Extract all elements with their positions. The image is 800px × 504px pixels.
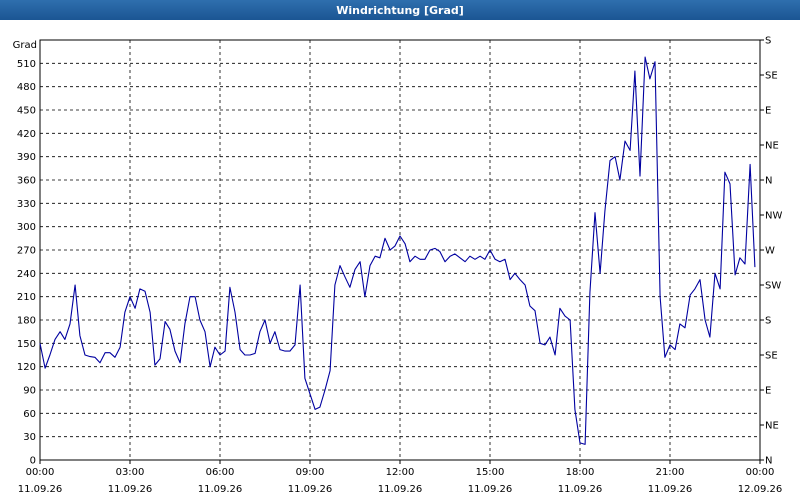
right-axis-label: E [765, 386, 771, 397]
right-axis-label: NE [765, 421, 779, 432]
right-axis-label: W [765, 246, 775, 257]
x-tick-date: 11.09.26 [288, 484, 333, 495]
chart-area: 0 30 60 90 120 150 180 210 240 270 300 330 360 390 420… [0, 20, 800, 500]
wind-direction-chart: 0 30 60 90 120 150 180 210 240 270 300 330 360 390 420… [13, 36, 783, 496]
y-tick-label: 270 [17, 246, 36, 257]
right-axis-label: N [765, 456, 772, 467]
x-tick-date: 11.09.26 [558, 484, 603, 495]
x-tick-time: 06:00 [206, 467, 235, 478]
y-tick-label: 30 [23, 432, 36, 443]
x-tick-date: 11.09.26 [198, 484, 243, 495]
y-tick-label: 510 [17, 59, 36, 70]
x-tick-time: 21:00 [656, 467, 685, 478]
y-tick-label: 240 [17, 269, 36, 280]
right-axis-label: NW [765, 211, 782, 222]
y-tick-label: 450 [17, 106, 36, 117]
x-tick-date: 11.09.26 [648, 484, 693, 495]
x-tick-date: 11.09.26 [468, 484, 513, 495]
y-tick-label: 480 [17, 82, 36, 93]
x-tick-date: 11.09.26 [18, 484, 63, 495]
grid [39, 39, 761, 461]
y-axis-title: Grad [13, 40, 37, 51]
right-axis-label: SE [765, 71, 778, 82]
right-axis-label: S [765, 316, 771, 327]
y-tick-label: 90 [23, 386, 36, 397]
y-tick-label: 180 [17, 316, 36, 327]
x-tick-date: 11.09.26 [378, 484, 423, 495]
right-axis-label: S [765, 36, 771, 47]
x-tick-time: 15:00 [476, 467, 505, 478]
right-axis-label: NE [765, 141, 779, 152]
y-tick-label: 60 [23, 409, 36, 420]
y-tick-label: 390 [17, 152, 36, 163]
x-tick-time: 12:00 [386, 467, 415, 478]
x-tick-date: 12.09.26 [738, 484, 783, 495]
y-tick-label: 300 [17, 222, 36, 233]
x-tick-time: 09:00 [296, 467, 325, 478]
chart-title: Windrichtung [Grad] [0, 0, 800, 20]
x-tick-time: 00:00 [746, 467, 775, 478]
y-tick-label: 420 [17, 129, 36, 140]
y-tick-label: 360 [17, 176, 36, 187]
right-axis-label: SW [765, 281, 781, 292]
x-tick-time: 18:00 [566, 467, 595, 478]
y-tick-label: 330 [17, 199, 36, 210]
right-axis-label: E [765, 106, 771, 117]
y-tick-label: 150 [17, 339, 36, 350]
y-tick-label: 210 [17, 292, 36, 303]
right-axis-label: SE [765, 351, 778, 362]
y-tick-label: 120 [17, 362, 36, 373]
y-tick-label: 0 [30, 456, 36, 467]
right-axis-label: N [765, 176, 772, 187]
x-tick-time: 00:00 [26, 467, 55, 478]
x-tick-date: 11.09.26 [108, 484, 153, 495]
x-tick-time: 03:00 [116, 467, 145, 478]
